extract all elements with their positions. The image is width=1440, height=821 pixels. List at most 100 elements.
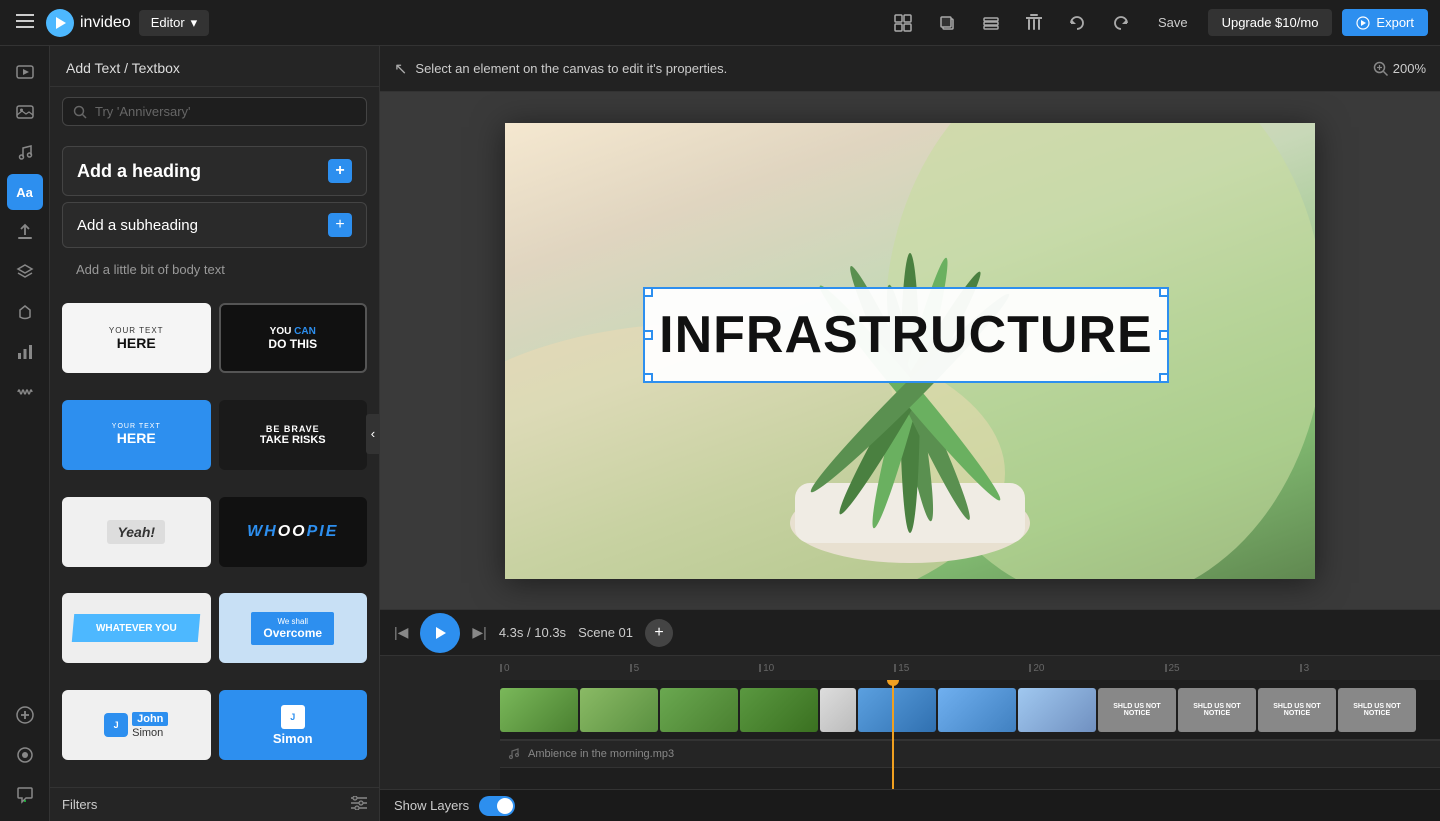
save-button[interactable]: Save	[1148, 10, 1198, 35]
clip-thumb-8[interactable]	[1018, 688, 1096, 732]
editor-label: Editor	[151, 15, 185, 30]
handle-mid-left[interactable]	[643, 330, 653, 340]
brand-button[interactable]	[7, 737, 43, 773]
toggle-knob	[497, 798, 513, 814]
clip-thumb-10[interactable]: SHLD US NOTNOTICE	[1178, 688, 1256, 732]
export-button[interactable]: Export	[1342, 9, 1428, 36]
icon-sidebar: Aa	[0, 46, 50, 821]
topbar: invideo Editor ▾ Save Upgrade $10/mo Ex	[0, 0, 1440, 46]
panel-header: Add Text / Textbox	[50, 46, 379, 87]
icon-sidebar-bottom	[7, 697, 43, 813]
template-card-2[interactable]: YOU CAN DO THIS	[219, 303, 368, 373]
clip-thumb-4[interactable]	[740, 688, 818, 732]
handle-mid-right[interactable]	[1159, 330, 1169, 340]
main-area: Aa Ad	[0, 46, 1440, 821]
add-body-button[interactable]: Add a little bit of body text	[62, 254, 367, 285]
video-track-row: SHLD US NOTNOTICE SHLD US NOTNOTICE SHLD…	[500, 680, 1440, 740]
timeline-tracks: SHLD US NOTNOTICE SHLD US NOTNOTICE SHLD…	[380, 680, 1440, 789]
audio-track-row: Ambience in the morning.mp3	[500, 740, 1440, 768]
scene-label: Scene 01	[578, 625, 633, 640]
search-icon	[73, 105, 87, 119]
clip-thumb-7[interactable]	[938, 688, 1016, 732]
play-button[interactable]	[420, 613, 460, 653]
copy-button[interactable]	[930, 10, 964, 36]
filters-bar: Filters	[50, 787, 379, 821]
upgrade-button[interactable]: Upgrade $10/mo	[1208, 9, 1333, 36]
selected-text-box[interactable]: INFRASTRUCTURE	[643, 287, 1170, 383]
sidebar-item-audio[interactable]	[7, 374, 43, 410]
template-card-7[interactable]: WHATEVER YOU	[62, 593, 211, 663]
sidebar-item-stats[interactable]	[7, 334, 43, 370]
grid-view-button[interactable]	[886, 10, 920, 36]
track-labels	[380, 680, 500, 789]
template-card-1[interactable]: YOUR TEXT HERE	[62, 303, 211, 373]
timeline-ruler: 0 5 10 15 20 25 3	[380, 656, 1440, 680]
sidebar-item-layers[interactable]	[7, 254, 43, 290]
template-card-5[interactable]: Yeah!	[62, 497, 211, 567]
timeline-controls: |◀ ▶| 4.3s / 10.3s Scene 01 +	[380, 610, 1440, 656]
show-layers-label: Show Layers	[394, 798, 469, 813]
template-card-9[interactable]: J John Simon	[62, 690, 211, 760]
template-card-6[interactable]: WHOOPIE	[219, 497, 368, 567]
clip-thumb-3[interactable]	[660, 688, 738, 732]
clip-thumb-11[interactable]: SHLD US NOTNOTICE	[1258, 688, 1336, 732]
sidebar-item-text[interactable]: Aa	[7, 174, 43, 210]
clip-thumb-9[interactable]: SHLD US NOTNOTICE	[1098, 688, 1176, 732]
add-heading-button[interactable]: Add a heading +	[62, 146, 367, 196]
panel-collapse-button[interactable]: ‹	[366, 414, 380, 454]
filters-label: Filters	[62, 797, 97, 812]
menu-button[interactable]	[12, 8, 38, 37]
add-heading-plus-icon[interactable]: +	[328, 159, 352, 183]
clip-thumb-5[interactable]	[820, 688, 856, 732]
handle-bottom-right[interactable]	[1159, 373, 1169, 383]
layers-button[interactable]	[974, 10, 1008, 36]
search-input[interactable]	[95, 104, 356, 119]
canvas-timeline-area: ↖ Select an element on the canvas to edi…	[380, 46, 1440, 821]
chat-support-button[interactable]	[7, 777, 43, 813]
show-layers-toggle[interactable]	[479, 796, 515, 816]
scene-prev-button[interactable]: |◀	[394, 624, 408, 641]
clip-thumb-1[interactable]	[500, 688, 578, 732]
canvas-toolbar: ↖ Select an element on the canvas to edi…	[380, 46, 1440, 92]
add-scene-button[interactable]: +	[645, 619, 673, 647]
template-card-8[interactable]: We shall Overcome	[219, 593, 368, 663]
topbar-actions: Save Upgrade $10/mo Export	[886, 9, 1428, 36]
timeline: |◀ ▶| 4.3s / 10.3s Scene 01 +	[380, 609, 1440, 789]
sidebar-item-media[interactable]	[7, 54, 43, 90]
search-bar	[62, 97, 367, 126]
logo-icon	[46, 9, 74, 37]
scene-next-button[interactable]: ▶|	[472, 624, 486, 641]
logo: invideo	[46, 9, 131, 37]
handle-top-right[interactable]	[1159, 287, 1169, 297]
clip-thumb-2[interactable]	[580, 688, 658, 732]
timeline-scrubber[interactable]	[892, 680, 894, 789]
sidebar-item-music[interactable]	[7, 134, 43, 170]
track-content: SHLD US NOTNOTICE SHLD US NOTNOTICE SHLD…	[500, 680, 1440, 789]
logo-text: invideo	[80, 14, 131, 32]
clip-thumb-6[interactable]	[858, 688, 936, 732]
filter-options-button[interactable]	[351, 796, 367, 813]
sidebar-item-images[interactable]	[7, 94, 43, 130]
handle-bottom-left[interactable]	[643, 373, 653, 383]
delete-button[interactable]	[1018, 10, 1050, 36]
zoom-icon	[1373, 61, 1389, 77]
audio-track-icon	[508, 747, 522, 761]
undo-button[interactable]	[1060, 10, 1094, 36]
redo-button[interactable]	[1104, 10, 1138, 36]
time-display: 4.3s / 10.3s	[499, 625, 566, 640]
sidebar-item-reactions[interactable]	[7, 294, 43, 330]
add-element-button[interactable]	[7, 697, 43, 733]
canvas-viewport[interactable]: INFRASTRUCTURE	[380, 92, 1440, 609]
template-card-10[interactable]: J Simon	[219, 690, 368, 760]
template-card-4[interactable]: BE BRAVE TAKE RISKS	[219, 400, 368, 470]
add-subheading-button[interactable]: Add a subheading +	[62, 202, 367, 248]
editor-dropdown[interactable]: Editor ▾	[139, 10, 210, 36]
canvas-area: ↖ Select an element on the canvas to edi…	[380, 46, 1440, 609]
clip-strip: SHLD US NOTNOTICE SHLD US NOTNOTICE SHLD…	[500, 684, 1416, 736]
template-grid: YOUR TEXT HERE YOU CAN DO THIS YOUR TEXT…	[50, 295, 379, 787]
clip-thumb-12[interactable]: SHLD US NOTNOTICE	[1338, 688, 1416, 732]
template-card-3[interactable]: YOUR TEXT HERE	[62, 400, 211, 470]
handle-top-left[interactable]	[643, 287, 653, 297]
add-subheading-plus-icon[interactable]: +	[328, 213, 352, 237]
sidebar-item-upload[interactable]	[7, 214, 43, 250]
